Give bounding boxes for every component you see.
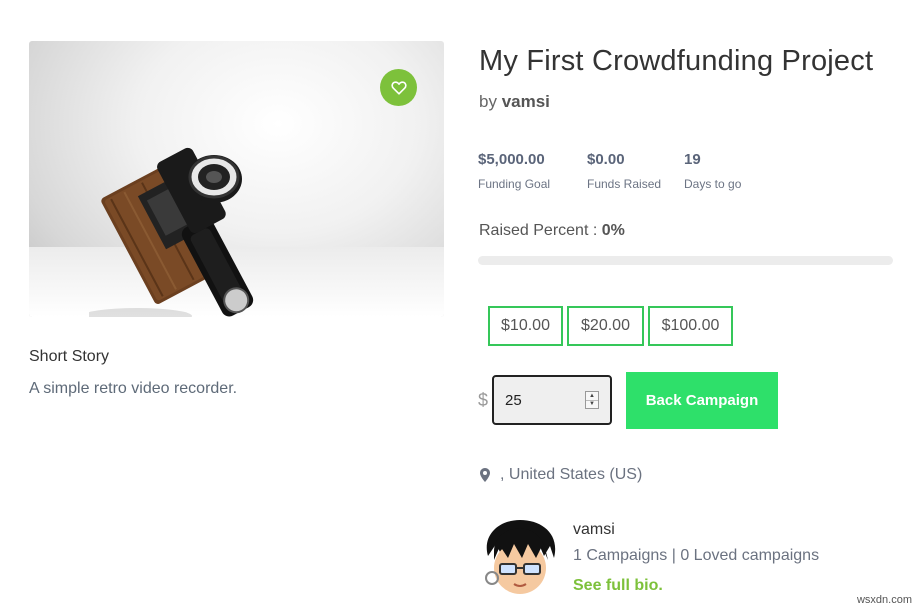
heart-icon — [390, 81, 407, 95]
author-stats: 1 Campaigns | 0 Loved campaigns — [573, 547, 820, 564]
back-campaign-button[interactable]: Back Campaign — [626, 372, 778, 429]
story-title: Short Story — [29, 348, 110, 365]
location-text: , United States (US) — [500, 466, 643, 483]
stat-label: Funds Raised — [587, 177, 662, 191]
byline-author: vamsi — [501, 92, 550, 111]
watermark: wsxdn.com — [856, 594, 912, 606]
stat-funds-raised: $0.00 Funds Raised — [587, 151, 661, 191]
see-full-bio-link[interactable]: See full bio. — [573, 577, 663, 595]
stepper-down-icon[interactable]: ▼ — [586, 399, 598, 409]
stat-value: 19 — [684, 151, 701, 168]
stat-days-to-go: 19 Days to go — [684, 151, 741, 191]
stat-value: $0.00 — [587, 151, 625, 168]
stepper-up-icon[interactable]: ▲ — [586, 392, 598, 400]
raised-label: Raised Percent : — [479, 222, 598, 239]
amount-stepper[interactable]: ▲ ▼ — [585, 391, 599, 409]
author-avatar[interactable] — [480, 516, 560, 600]
love-button[interactable] — [380, 69, 417, 106]
preset-amount-20-button[interactable]: $20.00 — [567, 306, 644, 346]
stat-funding-goal: $5,000.00 Funding Goal — [478, 151, 550, 191]
project-title: My First Crowdfunding Project — [479, 45, 874, 77]
map-pin-icon — [480, 468, 490, 482]
project-image — [29, 41, 444, 317]
currency-symbol: $ — [478, 390, 489, 410]
stat-value: $5,000.00 — [478, 151, 545, 168]
stat-label: Funding Goal — [478, 177, 551, 191]
pledge-amount-field[interactable]: ▲ ▼ — [492, 375, 612, 425]
pledge-amount-input[interactable] — [494, 377, 584, 423]
byline: by vamsi — [479, 92, 550, 112]
preset-amount-100-button[interactable]: $100.00 — [648, 306, 733, 346]
raised-percent: Raised Percent : 0% — [479, 222, 625, 240]
byline-prefix: by — [479, 92, 497, 111]
location: , United States (US) — [480, 466, 642, 484]
stat-label: Days to go — [684, 177, 742, 191]
story-text: A simple retro video recorder. — [29, 380, 238, 397]
video-camera-image — [89, 147, 254, 317]
progress-bar — [478, 256, 893, 265]
preset-amount-10-button[interactable]: $10.00 — [488, 306, 563, 346]
raised-value: 0% — [601, 222, 625, 239]
author-name: vamsi — [573, 521, 615, 538]
